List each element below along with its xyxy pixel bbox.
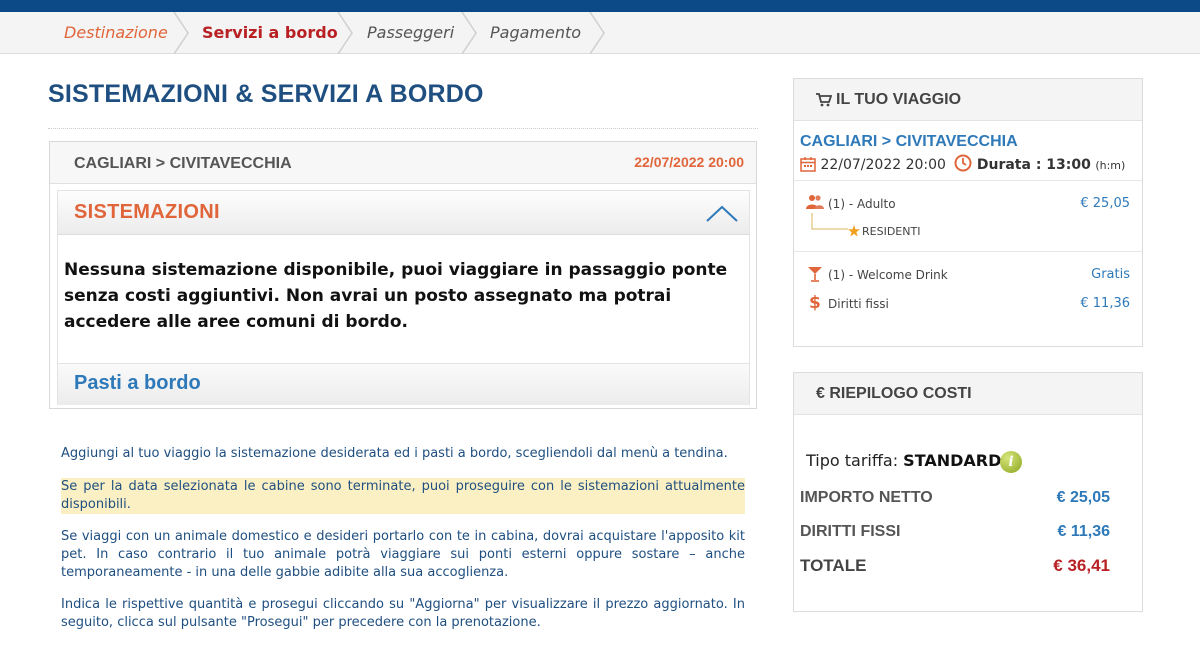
pasti-panel-header[interactable]: Pasti a bordo <box>58 363 749 405</box>
route-header: CAGLIARI > CIVITAVECCHIA 22/07/2022 20:0… <box>50 142 756 184</box>
divider <box>794 251 1142 252</box>
tariff-label: Tipo tariffa: <box>806 451 899 470</box>
chevron-up-icon[interactable] <box>705 203 739 223</box>
trip-item-label: (1) - Welcome Drink <box>828 268 948 282</box>
sistemazioni-title: SISTEMAZIONI <box>74 201 220 223</box>
step-chevron-icon <box>337 12 353 54</box>
trip-summary-title: IL TUO VIAGGIO <box>836 91 962 108</box>
route-date: 22/07/2022 20:00 <box>634 154 744 170</box>
step-chevron-icon <box>461 12 477 54</box>
trip-datetime: 22/07/2022 20:00 <box>820 157 946 173</box>
cocktail-icon <box>808 267 822 282</box>
trip-duration: Durata : 13:00 <box>976 157 1091 173</box>
trip-summary-box: IL TUO VIAGGIO CAGLIARI > CIVITAVECCHIA … <box>793 78 1143 347</box>
info-paragraph: Se viaggi con un animale domestico e des… <box>61 529 745 580</box>
trip-meta: 22/07/2022 20:00 Durata : 13:00 (h:m) <box>800 154 1125 173</box>
cost-summary-title: € RIEPILOGO COSTI <box>816 385 972 402</box>
page-title: SISTEMAZIONI & SERVIZI A BORDO <box>48 80 484 108</box>
tariff-value: STANDARD <box>903 451 1002 470</box>
step-chevron-icon <box>589 12 605 54</box>
trip-item-label: Diritti fissi <box>828 297 889 311</box>
title-divider <box>48 128 758 129</box>
tariff-row: Tipo tariffa: STANDARD <box>806 451 1001 470</box>
clock-icon <box>954 154 972 172</box>
cost-label: DIRITTI FISSI <box>800 523 901 540</box>
trip-summary-header: IL TUO VIAGGIO <box>794 79 1142 121</box>
step-pagamento[interactable]: Pagamento <box>490 12 581 54</box>
residents-label: RESIDENTI <box>862 225 921 238</box>
cost-row-totale: TOTALE € 36,41 <box>800 556 1110 576</box>
trip-item-price: Gratis <box>1091 267 1130 282</box>
calendar-icon <box>800 157 816 172</box>
trip-item-price: € 11,36 <box>1080 296 1130 311</box>
cost-label: IMPORTO NETTO <box>800 489 933 506</box>
cost-summary-header: € RIEPILOGO COSTI <box>794 373 1142 415</box>
cost-row-diritti-fissi: DIRITTI FISSI € 11,36 <box>800 523 1110 541</box>
info-paragraph: Aggiungi al tuo viaggio la sistemazione … <box>61 446 728 461</box>
trip-duration-unit: (h:m) <box>1095 159 1126 172</box>
step-chevron-icon <box>173 12 189 54</box>
divider <box>794 180 1142 181</box>
cost-summary-box: € RIEPILOGO COSTI Tipo tariffa: STANDARD… <box>793 372 1143 612</box>
cost-total-value: € 36,41 <box>1053 556 1110 575</box>
step-passeggeri[interactable]: Passeggeri <box>367 12 454 54</box>
route-name: CAGLIARI > CIVITAVECCHIA <box>74 155 292 172</box>
trip-item-label: (1) - Adulto <box>828 197 896 211</box>
trip-item-price: € 25,05 <box>1080 196 1130 211</box>
info-paragraph: Indica le rispettive quantità e prosegui… <box>61 597 745 630</box>
cost-value: € 11,36 <box>1057 523 1111 540</box>
cost-label: TOTALE <box>800 556 867 575</box>
cost-row-importo-netto: IMPORTO NETTO € 25,05 <box>800 489 1110 507</box>
sistemazioni-message: Nessuna sistemazione disponibile, puoi v… <box>64 260 728 332</box>
sistemazioni-header[interactable]: SISTEMAZIONI <box>58 191 749 235</box>
star-icon <box>848 225 860 237</box>
cost-value: € 25,05 <box>1056 489 1110 506</box>
passenger-icon <box>806 195 824 209</box>
info-icon[interactable]: i <box>1000 451 1022 473</box>
sistemazioni-panel: SISTEMAZIONI Nessuna sistemazione dispon… <box>57 190 750 405</box>
trip-route: CAGLIARI > CIVITAVECCHIA <box>800 133 1018 150</box>
pasti-title: Pasti a bordo <box>74 372 201 394</box>
dollar-icon: $ <box>809 293 821 313</box>
step-destinazione[interactable]: Destinazione <box>64 12 168 54</box>
booking-steps: Destinazione Servizi a bordo Passeggeri … <box>0 12 1200 54</box>
top-header-bar <box>0 0 1200 12</box>
step-servizi-a-bordo[interactable]: Servizi a bordo <box>202 12 338 54</box>
info-paragraph-highlight: Se per la data selezionata le cabine son… <box>61 478 745 514</box>
cart-icon <box>816 93 832 107</box>
route-box: CAGLIARI > CIVITAVECCHIA 22/07/2022 20:0… <box>49 141 757 409</box>
